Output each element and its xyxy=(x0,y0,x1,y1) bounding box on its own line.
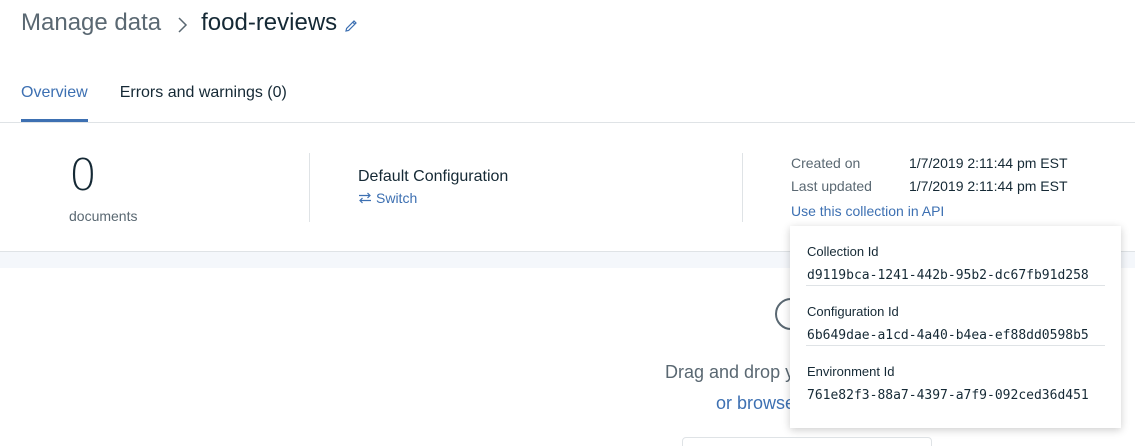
browse-files-link[interactable]: or browse xyxy=(716,393,795,414)
collection-id-item: Collection Id d9119bca-1241-442b-95b2-dc… xyxy=(806,226,1105,286)
page-title: food-reviews xyxy=(201,9,338,36)
switch-label: Switch xyxy=(376,190,418,206)
last-updated-label: Last updated xyxy=(791,178,872,194)
configuration-id-value[interactable]: 6b649dae-a1cd-4a40-b4ea-ef88dd0598b5 xyxy=(807,328,1089,343)
drag-and-drop-text: Drag and drop y xyxy=(665,362,795,382)
configuration-name: Default Configuration xyxy=(358,168,509,185)
summary-divider xyxy=(742,153,743,222)
environment-id-item: Environment Id 761e82f3-88a7-4397-a7f9-0… xyxy=(806,346,1105,405)
manage-data-page: Manage data food-reviews Overview Errors… xyxy=(0,0,1135,446)
document-count-label: documents xyxy=(69,208,138,224)
collection-id-value[interactable]: d9119bca-1241-442b-95b2-dc67fb91d258 xyxy=(807,268,1089,283)
environment-id-label: Environment Id xyxy=(807,364,895,379)
chevron-right-icon xyxy=(171,12,193,34)
api-details-popover: Collection Id d9119bca-1241-442b-95b2-dc… xyxy=(790,226,1121,428)
environment-id-value[interactable]: 761e82f3-88a7-4397-a7f9-092ced36d451 xyxy=(807,388,1089,403)
use-collection-in-api-link[interactable]: Use this collection in API xyxy=(791,203,944,219)
document-count: 0 xyxy=(69,150,97,201)
collection-id-label: Collection Id xyxy=(807,244,879,259)
created-on-label: Created on xyxy=(791,155,861,171)
tab-bar: Overview Errors and warnings (0) xyxy=(21,76,319,122)
configuration-id-item: Configuration Id 6b649dae-a1cd-4a40-b4ea… xyxy=(806,286,1105,346)
switch-configuration-link[interactable]: Switch xyxy=(358,190,417,206)
configuration-id-label: Configuration Id xyxy=(807,304,899,319)
created-on-value: 1/7/2019 2:11:44 pm EST xyxy=(909,155,1068,171)
last-updated-value: 1/7/2019 2:11:44 pm EST xyxy=(909,178,1068,194)
switch-arrows-icon xyxy=(359,192,371,204)
pencil-icon[interactable] xyxy=(343,10,359,32)
tab-errors-and-warnings[interactable]: Errors and warnings (0) xyxy=(120,76,287,110)
upload-panel xyxy=(682,437,932,446)
summary-divider xyxy=(309,153,310,222)
breadcrumb-parent-link[interactable]: Manage data xyxy=(21,6,161,40)
breadcrumb: Manage data food-reviews xyxy=(21,6,359,40)
tab-overview[interactable]: Overview xyxy=(21,76,88,122)
